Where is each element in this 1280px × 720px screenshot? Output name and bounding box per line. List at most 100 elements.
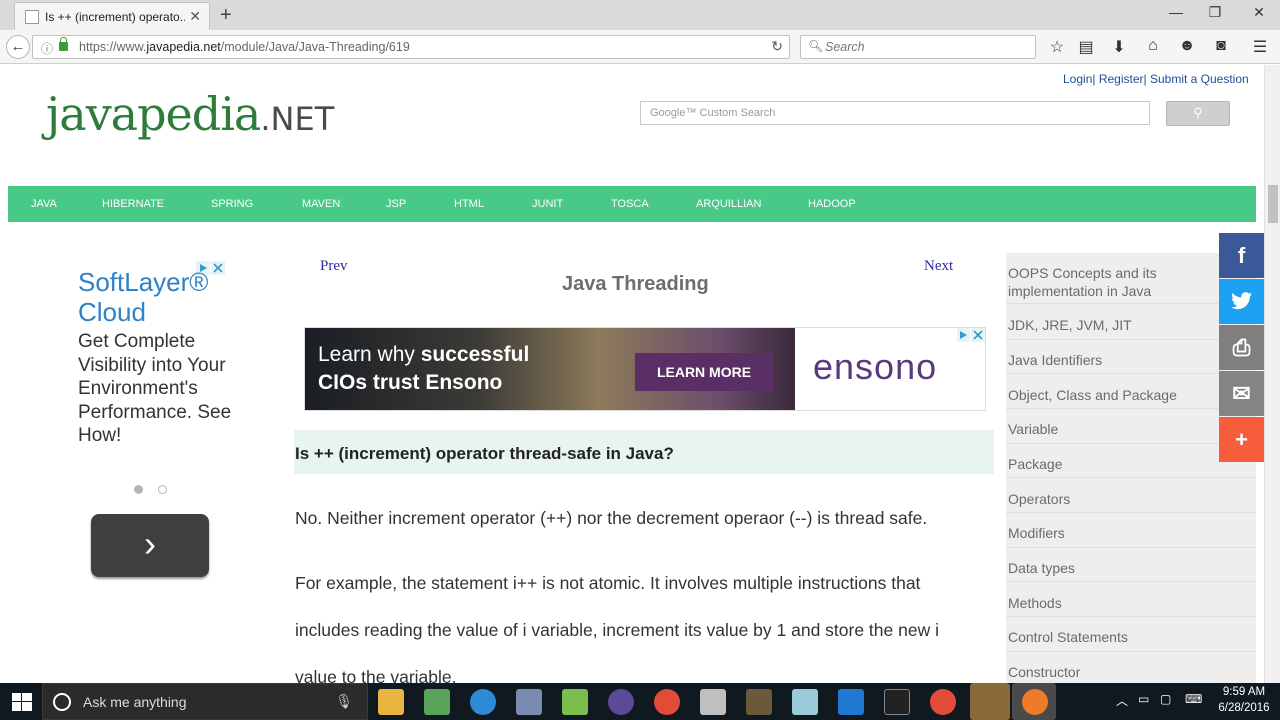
firefox-icon[interactable] — [1022, 689, 1048, 715]
notification-icon[interactable]: ▢ — [1160, 692, 1171, 706]
site-search-button[interactable]: ⚲ — [1166, 101, 1230, 126]
nav-spring[interactable]: SPRING — [211, 198, 253, 210]
taskbar: Ask me anything 🎙︎ — [0, 683, 1280, 720]
cortana-search[interactable]: Ask me anything 🎙︎ — [42, 683, 368, 720]
nav-jsp[interactable]: JSP — [386, 198, 406, 210]
ad-next-button[interactable]: › — [91, 514, 209, 577]
carousel-dot-active[interactable] — [134, 485, 143, 494]
sidebar-item-variable[interactable]: Variable — [1008, 420, 1208, 438]
app-icon[interactable] — [516, 689, 542, 715]
internet-explorer-icon[interactable] — [470, 689, 496, 715]
nav-tosca[interactable]: TOSCA — [611, 198, 649, 210]
next-link[interactable]: Next — [924, 258, 953, 275]
web-page: Login| Register| Submit a Question javap… — [0, 65, 1264, 685]
edge-icon[interactable] — [838, 689, 864, 715]
app-icon-active[interactable] — [970, 683, 1010, 720]
info-icon[interactable]: ⓘ — [41, 40, 53, 57]
twitter-share-icon[interactable] — [1219, 279, 1264, 324]
close-tab-icon[interactable]: ✕ — [189, 8, 201, 25]
terminal-icon[interactable] — [884, 689, 910, 715]
bookmark-star-icon[interactable]: ☆ — [1046, 37, 1068, 57]
downloads-icon[interactable]: ⬇ — [1108, 37, 1130, 57]
cortana-placeholder: Ask me anything — [83, 694, 187, 710]
chrome-icon[interactable] — [654, 689, 680, 715]
sidebar-item-object-class[interactable]: Object, Class and Package — [1008, 386, 1208, 404]
tab-title: Is ++ (increment) operato... — [45, 10, 185, 24]
clock-time[interactable]: 9:59 AM — [1216, 686, 1272, 698]
close-window-button[interactable]: ✕ — [1249, 4, 1269, 21]
network-icon[interactable]: ▭ — [1138, 692, 1149, 706]
ad-title[interactable]: SoftLayer® Cloud — [78, 267, 238, 327]
back-button[interactable]: ← — [6, 35, 30, 59]
ad-choices-icon[interactable] — [957, 328, 985, 342]
sidebar-item-control-statements[interactable]: Control Statements — [1008, 628, 1208, 646]
register-link[interactable]: Register — [1099, 72, 1144, 86]
sidebar-item-package[interactable]: Package — [1008, 455, 1208, 473]
pocket-icon[interactable]: ◙ — [1210, 37, 1232, 55]
email-share-icon[interactable]: ✉ — [1219, 371, 1264, 416]
clock-date[interactable]: 6/28/2016 — [1216, 702, 1272, 714]
app-icon[interactable] — [424, 689, 450, 715]
carousel-dot[interactable] — [158, 485, 167, 494]
tab-bar: Is ++ (increment) operato... ✕ + — ❐ ✕ — [0, 0, 1280, 30]
login-link[interactable]: Login — [1063, 72, 1092, 86]
sidebar-item-operators[interactable]: Operators — [1008, 490, 1208, 508]
site-logo[interactable]: javapedia.NET — [46, 87, 334, 146]
address-bar[interactable]: ⓘ https://www.javapedia.net/module/Java/… — [32, 35, 790, 59]
chevron-up-icon[interactable]: ︿ — [1116, 692, 1128, 709]
more-share-icon[interactable]: + — [1219, 417, 1264, 462]
favicon-icon — [25, 10, 39, 24]
maximize-button[interactable]: ❐ — [1205, 4, 1225, 21]
site-search-input[interactable]: Google™ Custom Search — [640, 101, 1150, 125]
nav-arquillian[interactable]: ARQUILLIAN — [696, 198, 761, 210]
url-path: /module/Java/Java-Threading/619 — [220, 40, 410, 54]
sidebar-item-methods[interactable]: Methods — [1008, 594, 1208, 612]
file-explorer-icon[interactable] — [378, 689, 404, 715]
sidebar-item-modifiers[interactable]: Modifiers — [1008, 524, 1208, 542]
sidebar-item-jdk[interactable]: JDK, JRE, JVM, JIT — [1008, 316, 1208, 334]
browser-tab[interactable]: Is ++ (increment) operato... ✕ — [14, 2, 210, 30]
app-icon[interactable] — [746, 689, 772, 715]
learn-more-button[interactable]: LEARN MORE — [635, 353, 773, 391]
banner-image: Learn why successful CIOs trust Ensono L… — [305, 328, 795, 410]
search-box[interactable]: 🔍︎ Search — [800, 35, 1036, 59]
scrollbar-thumb[interactable] — [1268, 185, 1278, 223]
page-scrollbar[interactable] — [1264, 65, 1280, 685]
microphone-icon[interactable]: 🎙︎ — [335, 693, 353, 710]
menu-icon[interactable]: ☰ — [1249, 37, 1271, 57]
sidebar-item-data-types[interactable]: Data types — [1008, 559, 1208, 577]
nav-hadoop[interactable]: HADOOP — [808, 198, 856, 210]
sidebar-item-identifiers[interactable]: Java Identifiers — [1008, 351, 1208, 369]
ad-body[interactable]: Get Complete Visibility into Your Enviro… — [78, 330, 238, 448]
chat-icon[interactable]: ☻ — [1176, 37, 1198, 55]
sidebar-item-oops[interactable]: OOPS Concepts and its implementation in … — [1008, 264, 1208, 300]
app-icon[interactable] — [792, 689, 818, 715]
nav-html[interactable]: HTML — [454, 198, 484, 210]
minimize-button[interactable]: — — [1166, 4, 1186, 20]
sidebar-item-constructor[interactable]: Constructor — [1008, 663, 1208, 681]
print-share-icon[interactable]: ⎙ — [1219, 325, 1264, 370]
nav-maven[interactable]: MAVEN — [302, 198, 340, 210]
chrome-icon[interactable] — [930, 689, 956, 715]
facebook-share-icon[interactable]: f — [1219, 233, 1264, 278]
nav-hibernate[interactable]: HIBERNATE — [102, 198, 164, 210]
main-nav: JAVA HIBERNATE SPRING MAVEN JSP HTML JUN… — [8, 186, 1256, 222]
divider — [1006, 547, 1256, 548]
eclipse-icon[interactable] — [608, 689, 634, 715]
prev-link[interactable]: Prev — [320, 258, 348, 275]
submit-question-link[interactable]: Submit a Question — [1150, 72, 1249, 86]
ad-banner[interactable]: Learn why successful CIOs trust Ensono L… — [304, 327, 986, 411]
lock-icon — [59, 37, 68, 51]
nav-junit[interactable]: JUNIT — [532, 198, 563, 210]
reload-icon[interactable]: ↻ — [771, 38, 783, 55]
app-icon[interactable] — [700, 689, 726, 715]
home-icon[interactable]: ⌂ — [1142, 37, 1164, 55]
windows-start-icon[interactable] — [12, 693, 32, 711]
app-icon[interactable] — [562, 689, 588, 715]
url-text[interactable]: https://www.javapedia.net/module/Java/Ja… — [79, 40, 410, 54]
keyboard-icon[interactable]: ⌨ — [1185, 692, 1202, 706]
reading-list-icon[interactable]: ▤ — [1075, 37, 1097, 57]
logo-suffix: .NET — [260, 100, 335, 138]
nav-java[interactable]: JAVA — [31, 198, 57, 210]
new-tab-button[interactable]: + — [220, 4, 232, 27]
